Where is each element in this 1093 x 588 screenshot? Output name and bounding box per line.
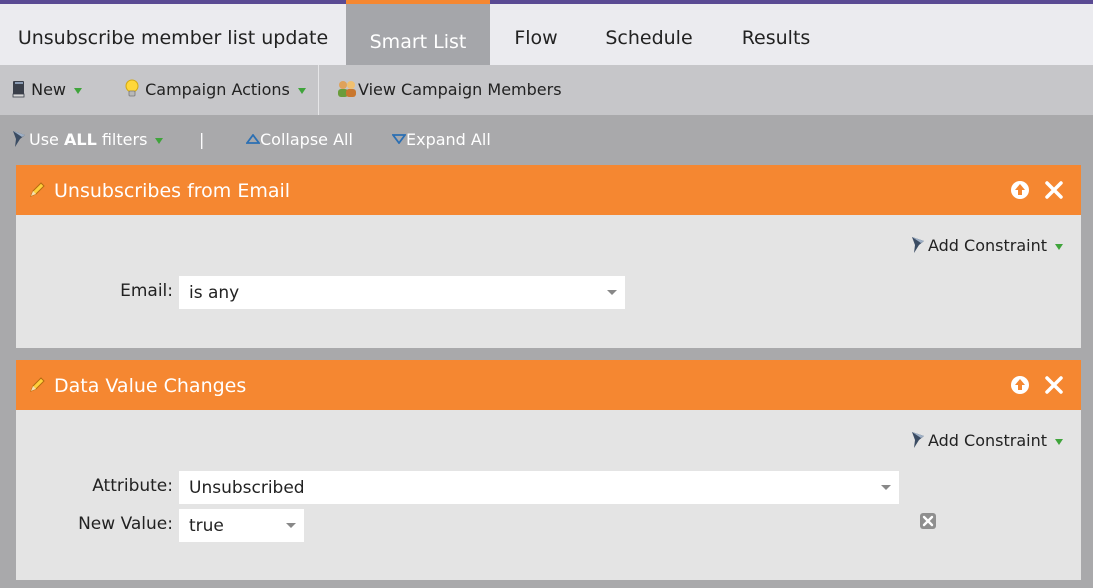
dropdown-arrow-icon	[155, 137, 164, 144]
add-constraint-button[interactable]: Add Constraint	[910, 235, 1063, 255]
dropdown-arrow-icon	[1055, 438, 1063, 445]
new-value-select[interactable]: true	[179, 509, 304, 542]
pencil-icon	[30, 182, 45, 197]
remove-constraint-icon[interactable]	[919, 512, 937, 530]
use-prefix: Use	[29, 130, 64, 149]
toolbar-divider	[318, 65, 319, 115]
funnel-icon	[911, 237, 924, 253]
new-value-label: New Value:	[78, 514, 173, 534]
dropdown-arrow-icon	[74, 87, 82, 94]
move-up-icon[interactable]	[1010, 375, 1030, 395]
toolbar: New Campaign Actions View Campaign Membe…	[0, 65, 1093, 115]
add-constraint-label: Add Constraint	[927, 236, 1047, 255]
funnel-icon	[13, 131, 25, 147]
collapse-all-button[interactable]: Collapse All	[245, 115, 353, 165]
chevron-down-icon	[607, 290, 617, 295]
chevron-down-icon	[881, 485, 891, 490]
tab-bar: Unsubscribe member list update Smart Lis…	[0, 0, 1093, 69]
view-members-label: View Campaign Members	[358, 80, 562, 99]
filter-header[interactable]: Data Value Changes	[16, 360, 1081, 410]
attribute-value: Unsubscribed	[189, 478, 305, 498]
new-label: New	[31, 80, 66, 99]
tab-schedule[interactable]: Schedule	[582, 4, 716, 65]
filter-title: Data Value Changes	[54, 375, 247, 397]
dropdown-arrow-icon	[1055, 243, 1063, 250]
filter-panel-data-value-changes: Data Value Changes Add Constraint Attrib…	[16, 360, 1081, 580]
filter-panel-unsubscribes: Unsubscribes from Email Add Constraint E…	[16, 165, 1081, 348]
pencil-icon	[30, 377, 45, 392]
expand-all-button[interactable]: Expand All	[391, 115, 491, 165]
campaign-title: Unsubscribe member list update	[17, 27, 329, 49]
collapse-triangle-icon	[245, 133, 261, 144]
filter-header[interactable]: Unsubscribes from Email	[16, 165, 1081, 215]
close-icon[interactable]	[1044, 180, 1064, 200]
email-label: Email:	[120, 281, 173, 301]
use-all-filters-dropdown[interactable]: Use ALL filters	[11, 115, 164, 165]
attribute-select[interactable]: Unsubscribed	[179, 471, 899, 504]
funnel-icon	[911, 432, 924, 448]
expand-triangle-icon	[391, 134, 407, 145]
new-value-value: true	[189, 516, 224, 536]
chevron-down-icon	[286, 523, 296, 528]
add-constraint-button[interactable]: Add Constraint	[910, 430, 1063, 450]
filter-bar-separator: |	[199, 130, 205, 149]
filter-bar: Use ALL filters | Collapse All Expand Al…	[0, 115, 1093, 165]
lightbulb-icon	[125, 79, 139, 97]
email-operator-select[interactable]: is any	[179, 276, 625, 309]
campaign-actions-button[interactable]: Campaign Actions	[124, 65, 306, 115]
use-all-bold: ALL	[63, 130, 97, 149]
tab-flow[interactable]: Flow	[490, 4, 582, 65]
attribute-label: Attribute:	[92, 476, 173, 496]
use-suffix: filters	[96, 130, 148, 149]
campaign-actions-label: Campaign Actions	[145, 80, 290, 99]
dropdown-arrow-icon	[297, 87, 306, 94]
tab-results[interactable]: Results	[716, 4, 836, 65]
filter-title: Unsubscribes from Email	[54, 180, 291, 202]
view-campaign-members-button[interactable]: View Campaign Members	[336, 65, 562, 115]
email-operator-value: is any	[189, 283, 240, 303]
close-icon[interactable]	[1044, 375, 1064, 395]
expand-all-label: Expand All	[406, 130, 491, 149]
tab-smart-list[interactable]: Smart List	[346, 0, 490, 69]
collapse-all-label: Collapse All	[260, 130, 353, 149]
new-button[interactable]: New	[12, 65, 82, 115]
add-constraint-label: Add Constraint	[927, 431, 1047, 450]
book-icon	[12, 81, 25, 98]
people-icon	[338, 81, 356, 97]
move-up-icon[interactable]	[1010, 180, 1030, 200]
